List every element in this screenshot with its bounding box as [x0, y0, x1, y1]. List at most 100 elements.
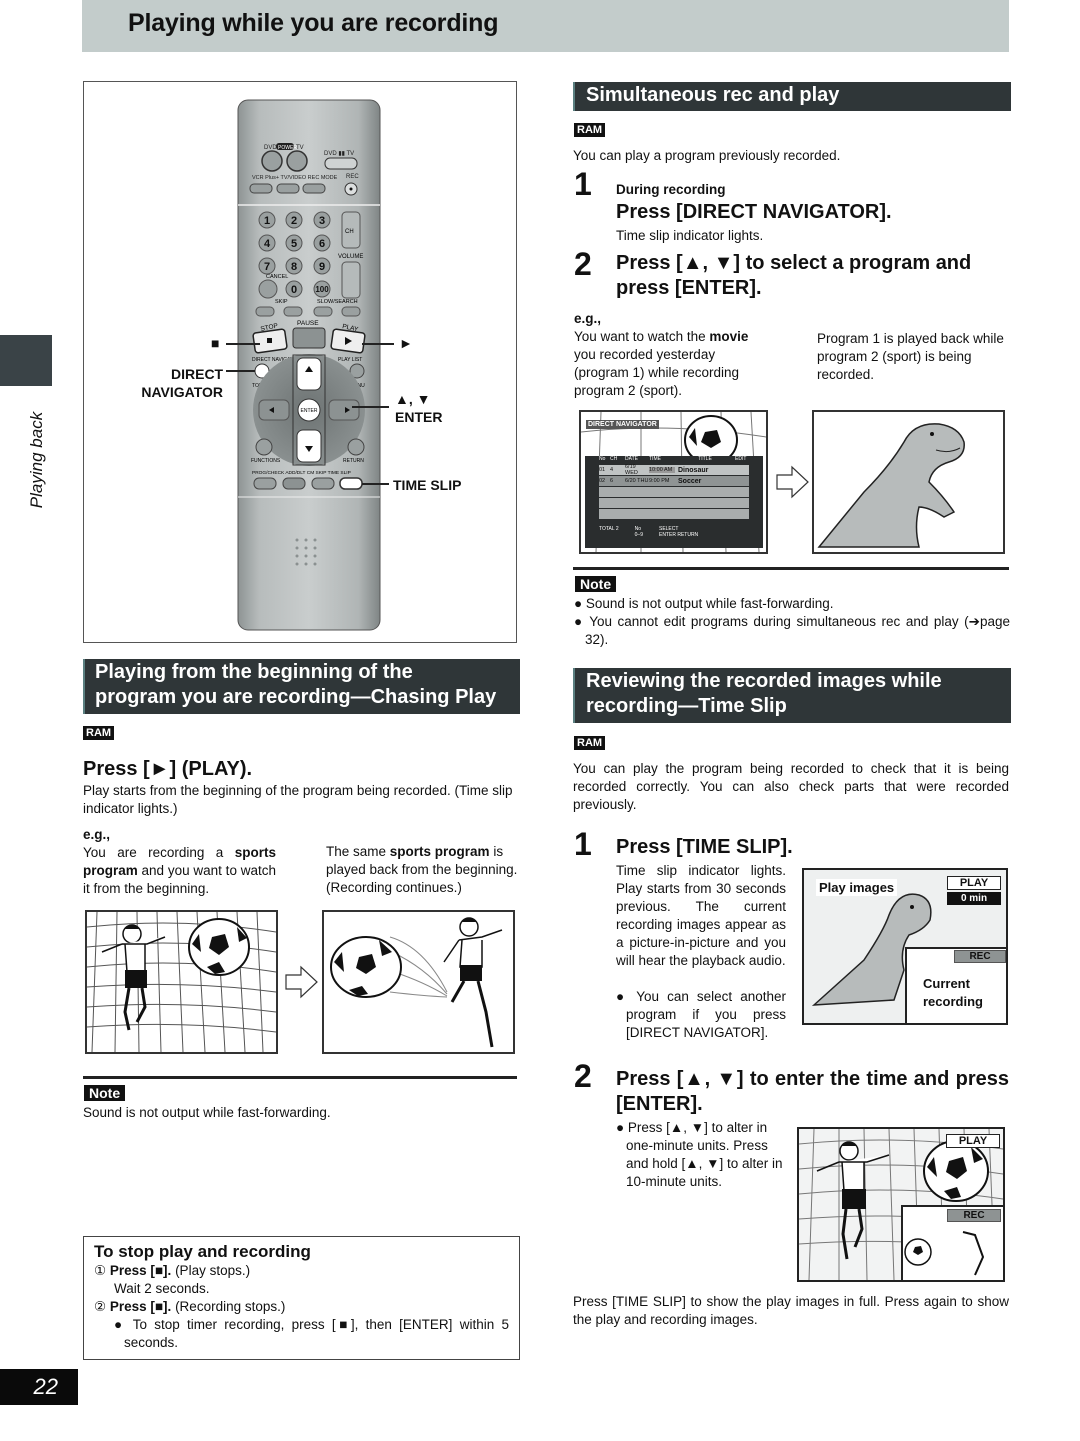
step-1-description: Time slip indicator lights. [616, 228, 764, 243]
svg-text:FUNCTIONS: FUNCTIONS [251, 458, 281, 464]
svg-text:REC: REC [346, 174, 359, 180]
step-number: 1 [574, 166, 592, 202]
enter-callout: ENTER [395, 409, 443, 425]
rec-badge: REC [947, 1209, 1001, 1222]
time-slip-step-1-bullet: ● You can select another program if you … [616, 989, 786, 1040]
play-images-label: Play images [816, 879, 898, 896]
program-row[interactable]: 01 4 6/19 WED 10:00 AM Dinosaur [599, 464, 749, 476]
time-slip-soccer-screen: PLAY REC [797, 1127, 1005, 1282]
svg-text:PROG/CHECK ADD/DLT CM SKIP: PROG/CHECK ADD/DLT CM SKIP TIME SLIP [252, 470, 351, 476]
svg-text:7: 7 [264, 261, 270, 273]
svg-text:VOLUME: VOLUME [338, 254, 363, 260]
time-slip-step-1-heading: Press [TIME SLIP]. [616, 836, 793, 858]
note-badge: Note [84, 1085, 126, 1103]
current-recording-label: Current recording [923, 976, 983, 1009]
arrow-right-icon [776, 465, 809, 499]
play-badge: PLAY [946, 1134, 1000, 1148]
step-number: 2 [574, 1058, 592, 1094]
svg-text:4: 4 [264, 238, 271, 250]
svg-text:DVD ▮▮ TV: DVD ▮▮ TV [324, 151, 354, 157]
time-slip-heading: Reviewing the recorded images while reco… [573, 668, 1011, 723]
soccer-net-scene [87, 912, 276, 1052]
step-number: 1 [574, 826, 592, 862]
note-divider [83, 1076, 517, 1079]
step-1-condition: During recording [616, 182, 726, 197]
ram-badge: RAM [574, 733, 606, 751]
direct-navigator-callout-line2: NAVIGATOR [141, 384, 223, 400]
svg-text:CANCEL: CANCEL [266, 274, 288, 280]
empty-row [599, 509, 749, 519]
svg-text:5: 5 [291, 238, 297, 250]
svg-text:9: 9 [319, 261, 325, 273]
chasing-play-heading: Playing from the beginning of the progra… [83, 659, 520, 714]
time-slip-intro: You can play the program being recorded … [573, 761, 1009, 812]
simultaneous-notes: ● Sound is not output while fast-forward… [574, 595, 1010, 649]
current-recording-pip: REC Current recording [905, 947, 1006, 1023]
step-2-heading: Press [▲, ▼] to select a program and pre… [616, 252, 972, 299]
section-tab-marker [0, 335, 52, 386]
stop-box-title: To stop play and recording [94, 1242, 311, 1261]
note-divider [573, 567, 1009, 570]
svg-text:RETURN: RETURN [343, 458, 364, 464]
svg-text:PAUSE: PAUSE [297, 320, 319, 327]
up-down-callout: ▲, ▼ [395, 391, 431, 407]
direct-navigator-callout-line1: DIRECT [171, 366, 224, 382]
svg-text:2: 2 [291, 215, 297, 227]
svg-text:6: 6 [319, 238, 325, 250]
svg-text:8: 8 [291, 261, 297, 273]
stop-step-2: ② Press [■]. (Recording stops.) [94, 1299, 286, 1314]
program-list-header: No CH DATE TIME TITLE EDIT [599, 456, 747, 462]
step-number: 2 [574, 246, 592, 282]
svg-text:DVD: DVD [264, 145, 277, 151]
step-1-heading: Press [DIRECT NAVIGATOR]. [616, 201, 892, 223]
svg-text:VCR Plus+ TV/VIDEO REC MODE: VCR Plus+ TV/VIDEO REC MODE [252, 175, 338, 181]
ram-badge: RAM [83, 723, 115, 741]
rec-badge: REC [954, 950, 1006, 963]
chasing-step-heading: Press [►] (PLAY). [83, 758, 253, 780]
svg-text:0: 0 [291, 284, 297, 296]
svg-text:ENTER: ENTER [301, 408, 318, 414]
arrow-right-icon [285, 965, 318, 999]
time-slip-callout: TIME SLIP [393, 477, 462, 493]
remote-illustration: DVD POWER TV DVD ▮▮ TV VCR Plus+ TV/VIDEO … [83, 81, 517, 643]
simultaneous-intro: You can play a program previously record… [573, 148, 841, 163]
note-item: ● You cannot edit programs during simult… [574, 614, 1010, 647]
chasing-description: Play starts from the beginning of the pr… [83, 783, 513, 816]
time-slip-step-1-description: Time slip indicator lights. Play starts … [616, 863, 786, 968]
simultaneous-example-right: Program 1 is played back while program 2… [817, 331, 1004, 382]
side-section-label: Playing back [27, 411, 46, 509]
stop-play-recording-box: To stop play and recording ① Press [■]. … [83, 1236, 520, 1360]
chasing-example-right: The same sports program is played back f… [326, 844, 518, 895]
time-slip-footer-text: Press [TIME SLIP] to show the play image… [573, 1294, 1009, 1327]
chasing-example-left: You are recording a sports program and y… [83, 845, 276, 896]
svg-text:CH: CH [345, 229, 354, 235]
page-number: 22 [0, 1369, 78, 1405]
empty-row [599, 498, 749, 508]
play-badge: PLAY [947, 876, 1001, 890]
soccer-goal-illustration [85, 910, 278, 1054]
svg-text:3: 3 [319, 215, 325, 227]
svg-text:1: 1 [264, 215, 270, 227]
time-slip-pip-screen: Play images PLAY 0 min REC Current recor… [802, 868, 1008, 1025]
stop-step-1: ① Press [■]. (Play stops.) [94, 1263, 251, 1278]
navigator-footer: TOTAL 2 No 0–9 SELECT ENTER RETURN [599, 526, 699, 538]
note-item: ● Sound is not output while fast-forward… [574, 596, 834, 611]
stop-step-2-bullet: ● To stop timer recording, press [■], th… [114, 1317, 509, 1350]
ram-badge: RAM [574, 120, 606, 138]
soccer-kick-illustration [322, 910, 515, 1054]
eg-label: e.g., [83, 827, 111, 842]
program-list-panel: No CH DATE TIME TITLE EDIT 01 4 6/19 WED 10:00 A… [585, 456, 763, 548]
svg-text:POWER: POWER [278, 145, 297, 151]
page-title: Playing while you are recording [128, 9, 499, 37]
svg-text:SLOW/SEARCH: SLOW/SEARCH [317, 299, 358, 305]
screen-title: DIRECT NAVIGATOR [586, 420, 659, 429]
remote-control-graphic: DVD POWER TV DVD ▮▮ TV VCR Plus+ TV/VIDEO … [226, 99, 394, 631]
chasing-note-text: Sound is not output while fast-forwardin… [83, 1105, 331, 1120]
time-slip-step-2-bullet: ● Press [▲, ▼] to alter in one-minute un… [616, 1120, 783, 1189]
stop-button-callout: ■ [211, 335, 220, 351]
recording-pip: REC [901, 1205, 1003, 1280]
program-row-selected[interactable]: 02 6 6/20 THU 9:00 PM Soccer [599, 476, 749, 486]
dinosaur-scene [817, 423, 965, 548]
svg-text:PLAY LIST: PLAY LIST [338, 357, 362, 363]
svg-text:100: 100 [315, 285, 329, 294]
